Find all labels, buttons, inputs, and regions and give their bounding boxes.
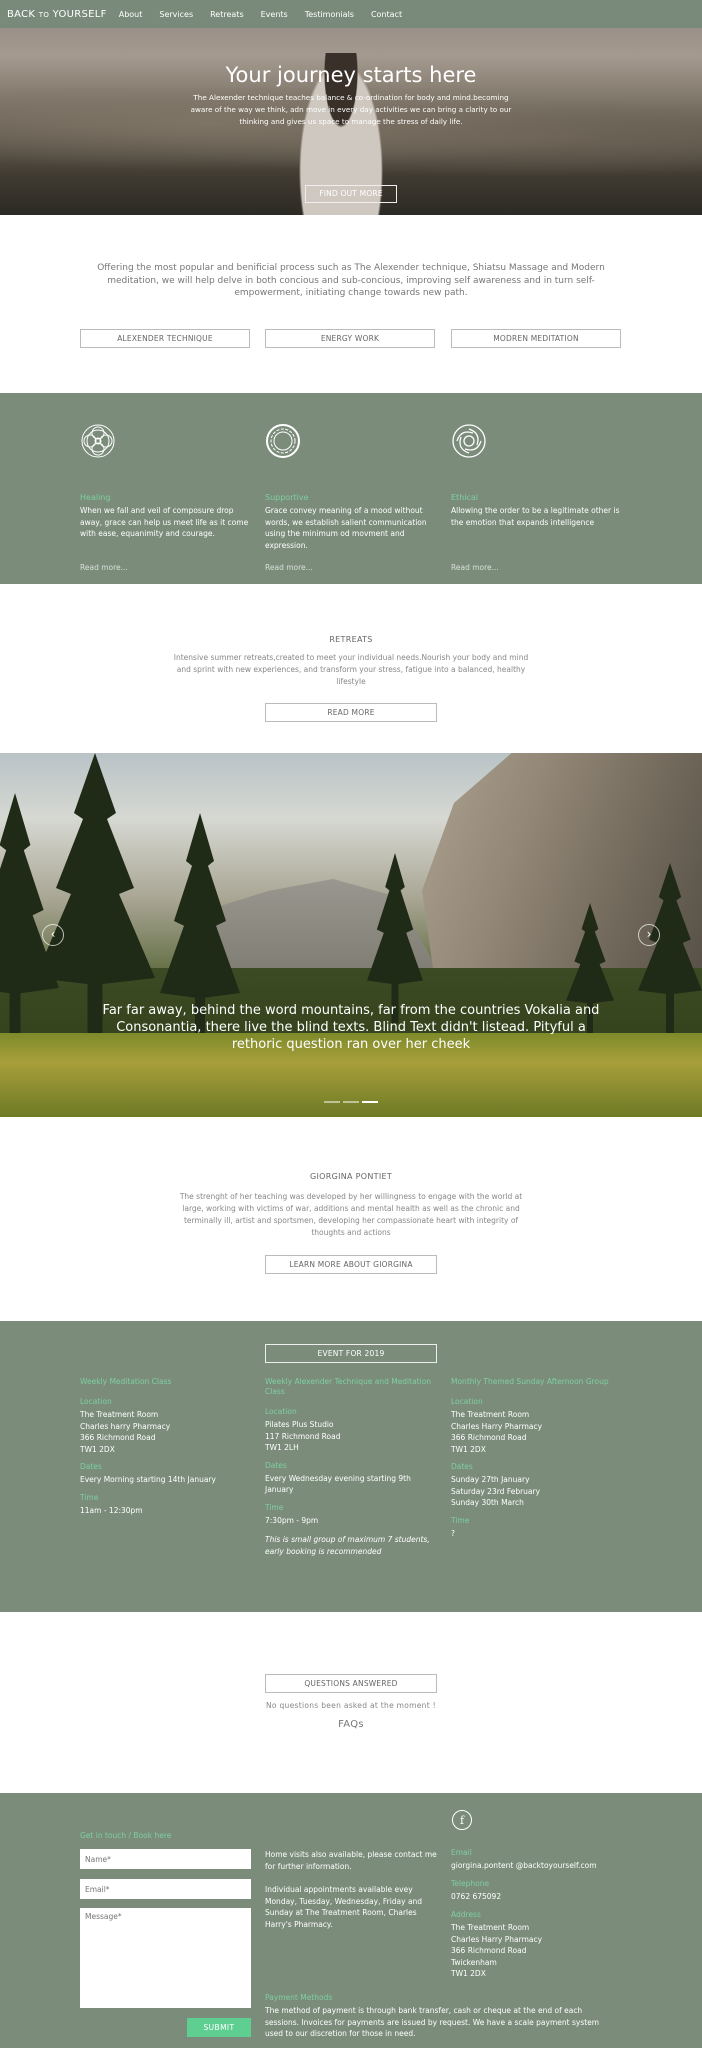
modren-meditation-button[interactable]: MODREN MEDITATION <box>451 329 621 348</box>
brand-word-back: BACK <box>7 8 36 20</box>
telephone-label: Telephone <box>451 1879 490 1888</box>
learn-more-button[interactable]: LEARN MORE ABOUT GIORGINA <box>265 1255 437 1274</box>
read-more-button[interactable]: READ MORE <box>265 703 437 722</box>
questions-answered-button[interactable]: QUESTIONS ANSWERED <box>265 1674 437 1693</box>
slider-next-arrow[interactable]: › <box>638 924 660 946</box>
home-visits-text: Home visits also available, please conta… <box>265 1850 437 1871</box>
events-heading: EVENT FOR 2019 <box>265 1344 437 1363</box>
address-label: Address <box>451 1910 481 1919</box>
retreats-text: Intensive summer retreats,created to mee… <box>173 653 529 686</box>
submit-button[interactable]: SUBMIT <box>187 2018 251 2037</box>
event-time: 7:30pm - 9pm <box>265 1515 319 1525</box>
event-card: Monthly Themed Sunday Afternoon Group Lo… <box>451 1377 626 1539</box>
swirl-icon <box>452 424 486 458</box>
slider-quote: Far far away, behind the word mountains,… <box>102 1003 600 1052</box>
brand-word-to: TO <box>38 10 50 19</box>
event-dates: Sunday 27th January Saturday 23rd Februa… <box>451 1475 541 1507</box>
feature-text: When we fall and veil of composure drop … <box>80 506 249 538</box>
brand-word-yourself: YOURSELF <box>52 8 107 20</box>
nav-link-contact[interactable]: Contact <box>371 10 402 19</box>
nav-link-retreats[interactable]: Retreats <box>210 10 244 19</box>
event-card: Weekly Meditation Class Location The Tre… <box>80 1377 255 1516</box>
event-location: Pilates Plus Studio 117 Richmond Road TW… <box>265 1420 341 1452</box>
time-label: Time <box>451 1515 470 1525</box>
email-input[interactable] <box>80 1879 251 1899</box>
features-section: Healing When we fall and veil of composu… <box>0 393 702 584</box>
event-title: Monthly Themed Sunday Afternoon Group <box>451 1377 609 1386</box>
feature-title: Supportive <box>265 493 309 502</box>
event-title: Weekly Alexender Technique and Meditatio… <box>265 1377 432 1396</box>
event-location: The Treatment Room Charles Harry Pharmac… <box>451 1410 543 1454</box>
nav-link-events[interactable]: Events <box>261 10 288 19</box>
nav-link-about[interactable]: About <box>119 10 143 19</box>
intro-text: Offering the most popular and benificial… <box>97 263 605 298</box>
about-text: The strenght of her teaching was develop… <box>179 1192 523 1237</box>
faq-empty-text: No questions been asked at the moment ! <box>266 1701 436 1710</box>
feature-title: Healing <box>80 493 111 502</box>
event-time: 11am - 12:30pm <box>80 1505 143 1515</box>
alexender-technique-button[interactable]: ALEXENDER TECHNIQUE <box>80 329 250 348</box>
event-title: Weekly Meditation Class <box>80 1377 172 1386</box>
energy-work-button[interactable]: ENERGY WORK <box>265 329 435 348</box>
events-section: EVENT FOR 2019 Weekly Meditation Class L… <box>0 1321 702 1612</box>
time-label: Time <box>265 1502 284 1512</box>
name-input[interactable] <box>80 1849 251 1869</box>
telephone-number[interactable]: 0762 675092 <box>451 1891 631 1903</box>
location-label: Location <box>265 1407 297 1416</box>
retreats-title: RETREATS <box>329 635 373 644</box>
hero-title: Your journey starts here <box>225 63 477 87</box>
event-dates: Every Morning starting 14th January <box>80 1475 216 1484</box>
feature-text: Grace convey meaning of a mood without w… <box>265 506 427 550</box>
location-label: Location <box>80 1397 112 1406</box>
hero-text: The Alexender technique teaches balance … <box>190 93 512 126</box>
slider-dots <box>324 1101 378 1103</box>
dates-label: Dates <box>451 1462 473 1471</box>
form-title: Get in touch / Book here <box>80 1831 172 1840</box>
payment-text: The method of payment is through bank tr… <box>265 2006 600 2038</box>
time-label: Time <box>80 1492 99 1502</box>
address-text: The Treatment Room Charles Harry Pharmac… <box>451 1923 543 1978</box>
email-label: Email <box>451 1848 472 1857</box>
event-time: ? <box>451 1528 455 1538</box>
find-out-more-button[interactable]: FIND OUT MORE <box>305 185 397 203</box>
appointments-text: Individual appointments available evey M… <box>265 1885 423 1929</box>
about-title: GIORGINA PONTIET <box>309 1172 393 1181</box>
slider-prev-arrow[interactable]: ‹ <box>42 924 64 946</box>
payment-title: Payment Methods <box>265 1993 333 2002</box>
slider-dot[interactable] <box>343 1101 359 1103</box>
feature-text: Allowing the order to be a legitimate ot… <box>451 506 620 527</box>
ring-icon <box>266 424 300 458</box>
message-textarea[interactable] <box>80 1908 251 2008</box>
slider-dot[interactable] <box>324 1101 340 1103</box>
facebook-icon[interactable]: f <box>452 1810 472 1830</box>
dates-label: Dates <box>80 1462 102 1471</box>
read-more-link[interactable]: Read more... <box>80 563 128 572</box>
event-card: Weekly Alexender Technique and Meditatio… <box>265 1377 440 1557</box>
nav-link-services[interactable]: Services <box>159 10 193 19</box>
footer: Get in touch / Book here SUBMIT Home vis… <box>0 1793 702 2048</box>
dates-label: Dates <box>265 1460 287 1470</box>
event-location: The Treatment Room Charles harry Pharmac… <box>80 1410 171 1454</box>
event-note: This is small group of maximum 7 student… <box>265 1535 430 1556</box>
mandala-icon <box>81 424 115 458</box>
feature-title: Ethical <box>451 493 479 502</box>
brand-logo[interactable]: BACK TO YOURSELF <box>7 9 107 20</box>
hero-banner: Your journey starts here The Alexender t… <box>0 28 702 215</box>
faqs-link[interactable]: FAQs <box>0 1719 702 1730</box>
nav-link-testimonials[interactable]: Testimonials <box>305 10 354 19</box>
read-more-link[interactable]: Read more... <box>451 563 499 572</box>
email-address[interactable]: giorgina.pontent @backtoyourself.com <box>451 1860 631 1872</box>
image-slider: ‹ › Far far away, behind the word mounta… <box>0 753 702 1117</box>
slider-dot-active[interactable] <box>362 1101 378 1103</box>
top-navbar: BACK TO YOURSELF About Services Retreats… <box>0 0 702 28</box>
event-dates: Every Wednesday evening starting 9th Jan… <box>265 1473 411 1495</box>
location-label: Location <box>451 1397 483 1406</box>
read-more-link[interactable]: Read more... <box>265 563 313 572</box>
